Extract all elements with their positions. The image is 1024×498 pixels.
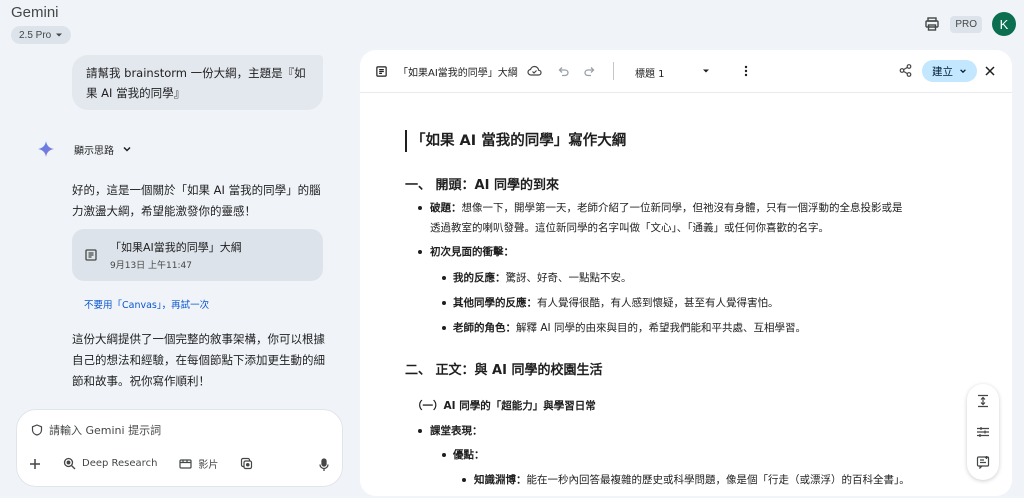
item-text: 有人覺得很酷，有人感到懷疑，甚至有人覺得害怕。 [537, 297, 779, 309]
bullet [462, 478, 466, 482]
more-options-icon[interactable] [744, 65, 748, 77]
bullet [442, 276, 446, 280]
deep-research-label: Deep Research [82, 458, 158, 469]
doc-card-title: 「如果AI當我的同學」大綱 [110, 241, 242, 254]
deep-research-button[interactable]: Deep Research [63, 457, 157, 470]
input-toolbar: Deep Research 影片 [29, 456, 275, 471]
list-item: 初次見面的衝擊： [430, 242, 514, 263]
pro-badge: PRO [950, 15, 982, 33]
chevron-down-icon [122, 144, 132, 154]
section-2-heading: 二、 正文：與 AI 同學的校園生活 [405, 363, 603, 378]
cloud-saved-icon [527, 64, 542, 78]
video-label: 影片 [198, 460, 219, 471]
bullet [418, 206, 422, 210]
user-message: 請幫我 brainstorm 一份大綱，主題是『如果 AI 當我的同學』 [72, 55, 323, 110]
bullet [442, 301, 446, 305]
assistant-reply-outro: 這份大綱提供了一個完整的敘事架構，你可以根據自己的想法和經驗，在每個節點下添加更… [72, 332, 325, 388]
canvas-toolbar: 「如果AI當我的同學」大綱 標題 1 建立 [360, 50, 1012, 93]
list-item: 老師的角色：解釋 AI 同學的由來與目的，希望我們能和平共處、互相學習。 [453, 318, 806, 339]
item-label: 優點： [453, 449, 485, 461]
item-text: 解釋 AI 同學的由來與目的，希望我們能和平共處、互相學習。 [516, 322, 806, 334]
deep-research-icon [63, 457, 76, 470]
add-button[interactable] [29, 458, 41, 470]
list-item: 其他同學的反應：有人覺得很酷，有人感到懷疑，甚至有人覺得害怕。 [453, 293, 779, 314]
list-item: 我的反應：驚訝、好奇、一點點不安。 [453, 268, 632, 289]
item-label: 我的反應： [453, 272, 506, 284]
app-title: Gemini [11, 4, 59, 21]
subsection-heading: （一）AI 同學的「超能力」與學習日常 [412, 400, 596, 412]
gemini-sparkle-icon [38, 141, 54, 157]
list-item: 破題：想像一下，開學第一天，老師介紹了一位新同學，但祂沒有身體，只有一個浮動的全… [430, 198, 970, 219]
add-comment-icon[interactable] [976, 455, 990, 469]
item-text: 驚訝、好奇、一點點不安。 [505, 272, 632, 284]
retry-without-canvas-link[interactable]: 不要用「Canvas」，再試一次 [84, 297, 209, 311]
video-icon [179, 458, 193, 470]
caret-down-icon [55, 31, 63, 39]
doc-card-date: 9月13日 上午11:47 [110, 261, 192, 271]
bullet [442, 326, 446, 330]
canvas-doc-title[interactable]: 「如果AI當我的同學」大綱 [398, 64, 518, 79]
prompt-placeholder: 請輸入 Gemini 提示詞 [49, 424, 162, 437]
close-icon[interactable] [985, 66, 995, 76]
item-label: 破題： [430, 202, 462, 214]
item-label: 初次見面的衝擊： [430, 246, 514, 258]
canvas-doc-card[interactable]: 「如果AI當我的同學」大綱 9月13日 上午11:47 [72, 229, 323, 281]
bullet [418, 250, 422, 254]
canvas-panel: 「如果AI當我的同學」大綱 標題 1 建立 「如果 AI 當我的同學」寫作大綱 … [360, 50, 1012, 496]
shield-icon [31, 424, 43, 436]
list-item: 優點： [453, 445, 485, 466]
document-icon [84, 248, 98, 262]
text-style-label[interactable]: 標題 1 [635, 65, 665, 80]
avatar[interactable]: K [992, 12, 1016, 36]
section-1-heading: 一、 開頭：AI 同學的到來 [405, 178, 559, 193]
create-label: 建立 [932, 65, 953, 78]
toolbar-divider [613, 62, 614, 80]
list-item: 課堂表現： [430, 421, 483, 442]
plus-icon [29, 458, 41, 470]
caret-down-icon[interactable] [702, 67, 710, 75]
prompt-input[interactable]: 請輸入 Gemini 提示詞 [31, 422, 161, 438]
adjust-settings-icon[interactable] [976, 425, 990, 439]
expand-length-icon[interactable] [976, 394, 990, 408]
item-text: 能在一秒內回答最複雜的歷史或科學問題，像是個「行走（或漂浮）的百科全書」。 [526, 474, 910, 486]
floating-edit-toolbar [967, 384, 999, 480]
item-label: 老師的角色： [453, 322, 516, 334]
printer-icon[interactable] [924, 16, 940, 32]
prompt-input-box[interactable]: 請輸入 Gemini 提示詞 Deep Research 影片 [16, 409, 343, 487]
share-icon[interactable] [899, 64, 912, 77]
create-button[interactable]: 建立 [922, 60, 977, 82]
model-selector[interactable]: 2.5 Pro [11, 26, 72, 44]
item-text: 想像一下，開學第一天，老師介紹了一位新同學，但祂沒有身體，只有一個浮動的全息投影… [461, 202, 903, 214]
canvas-tool-button[interactable] [240, 457, 253, 470]
list-item-continuation: 透過教室的喇叭發聲。這位新同學的名字叫做「文心」、「通義」或任何你喜歡的名字。 [430, 222, 829, 234]
item-label: 知識淵博： [474, 474, 527, 486]
undo-icon[interactable] [557, 65, 569, 77]
model-label: 2.5 Pro [19, 29, 52, 41]
bullet [418, 429, 422, 433]
chevron-down-icon [959, 67, 967, 75]
document-icon [375, 65, 388, 78]
video-button[interactable]: 影片 [179, 456, 218, 471]
top-right-controls: PRO K [924, 12, 1016, 36]
assistant-reply-intro: 好的，這是一個關於「如果 AI 當我的同學」的腦力激盪大綱，希望能激發你的靈感！ [72, 183, 321, 218]
microphone-icon[interactable] [318, 458, 330, 472]
thinking-label: 顯示思路 [74, 145, 114, 157]
item-label: 課堂表現： [430, 425, 483, 437]
show-thinking-toggle[interactable]: 顯示思路 [38, 141, 132, 157]
bullet [442, 453, 446, 457]
list-item: 知識淵博：能在一秒內回答最複雜的歷史或科學問題，像是個「行走（或漂浮）的百科全書… [474, 470, 974, 491]
document-title: 「如果 AI 當我的同學」寫作大綱 [405, 130, 626, 152]
item-label: 其他同學的反應： [453, 297, 537, 309]
redo-icon[interactable] [584, 65, 596, 77]
canvas-icon [240, 457, 253, 470]
